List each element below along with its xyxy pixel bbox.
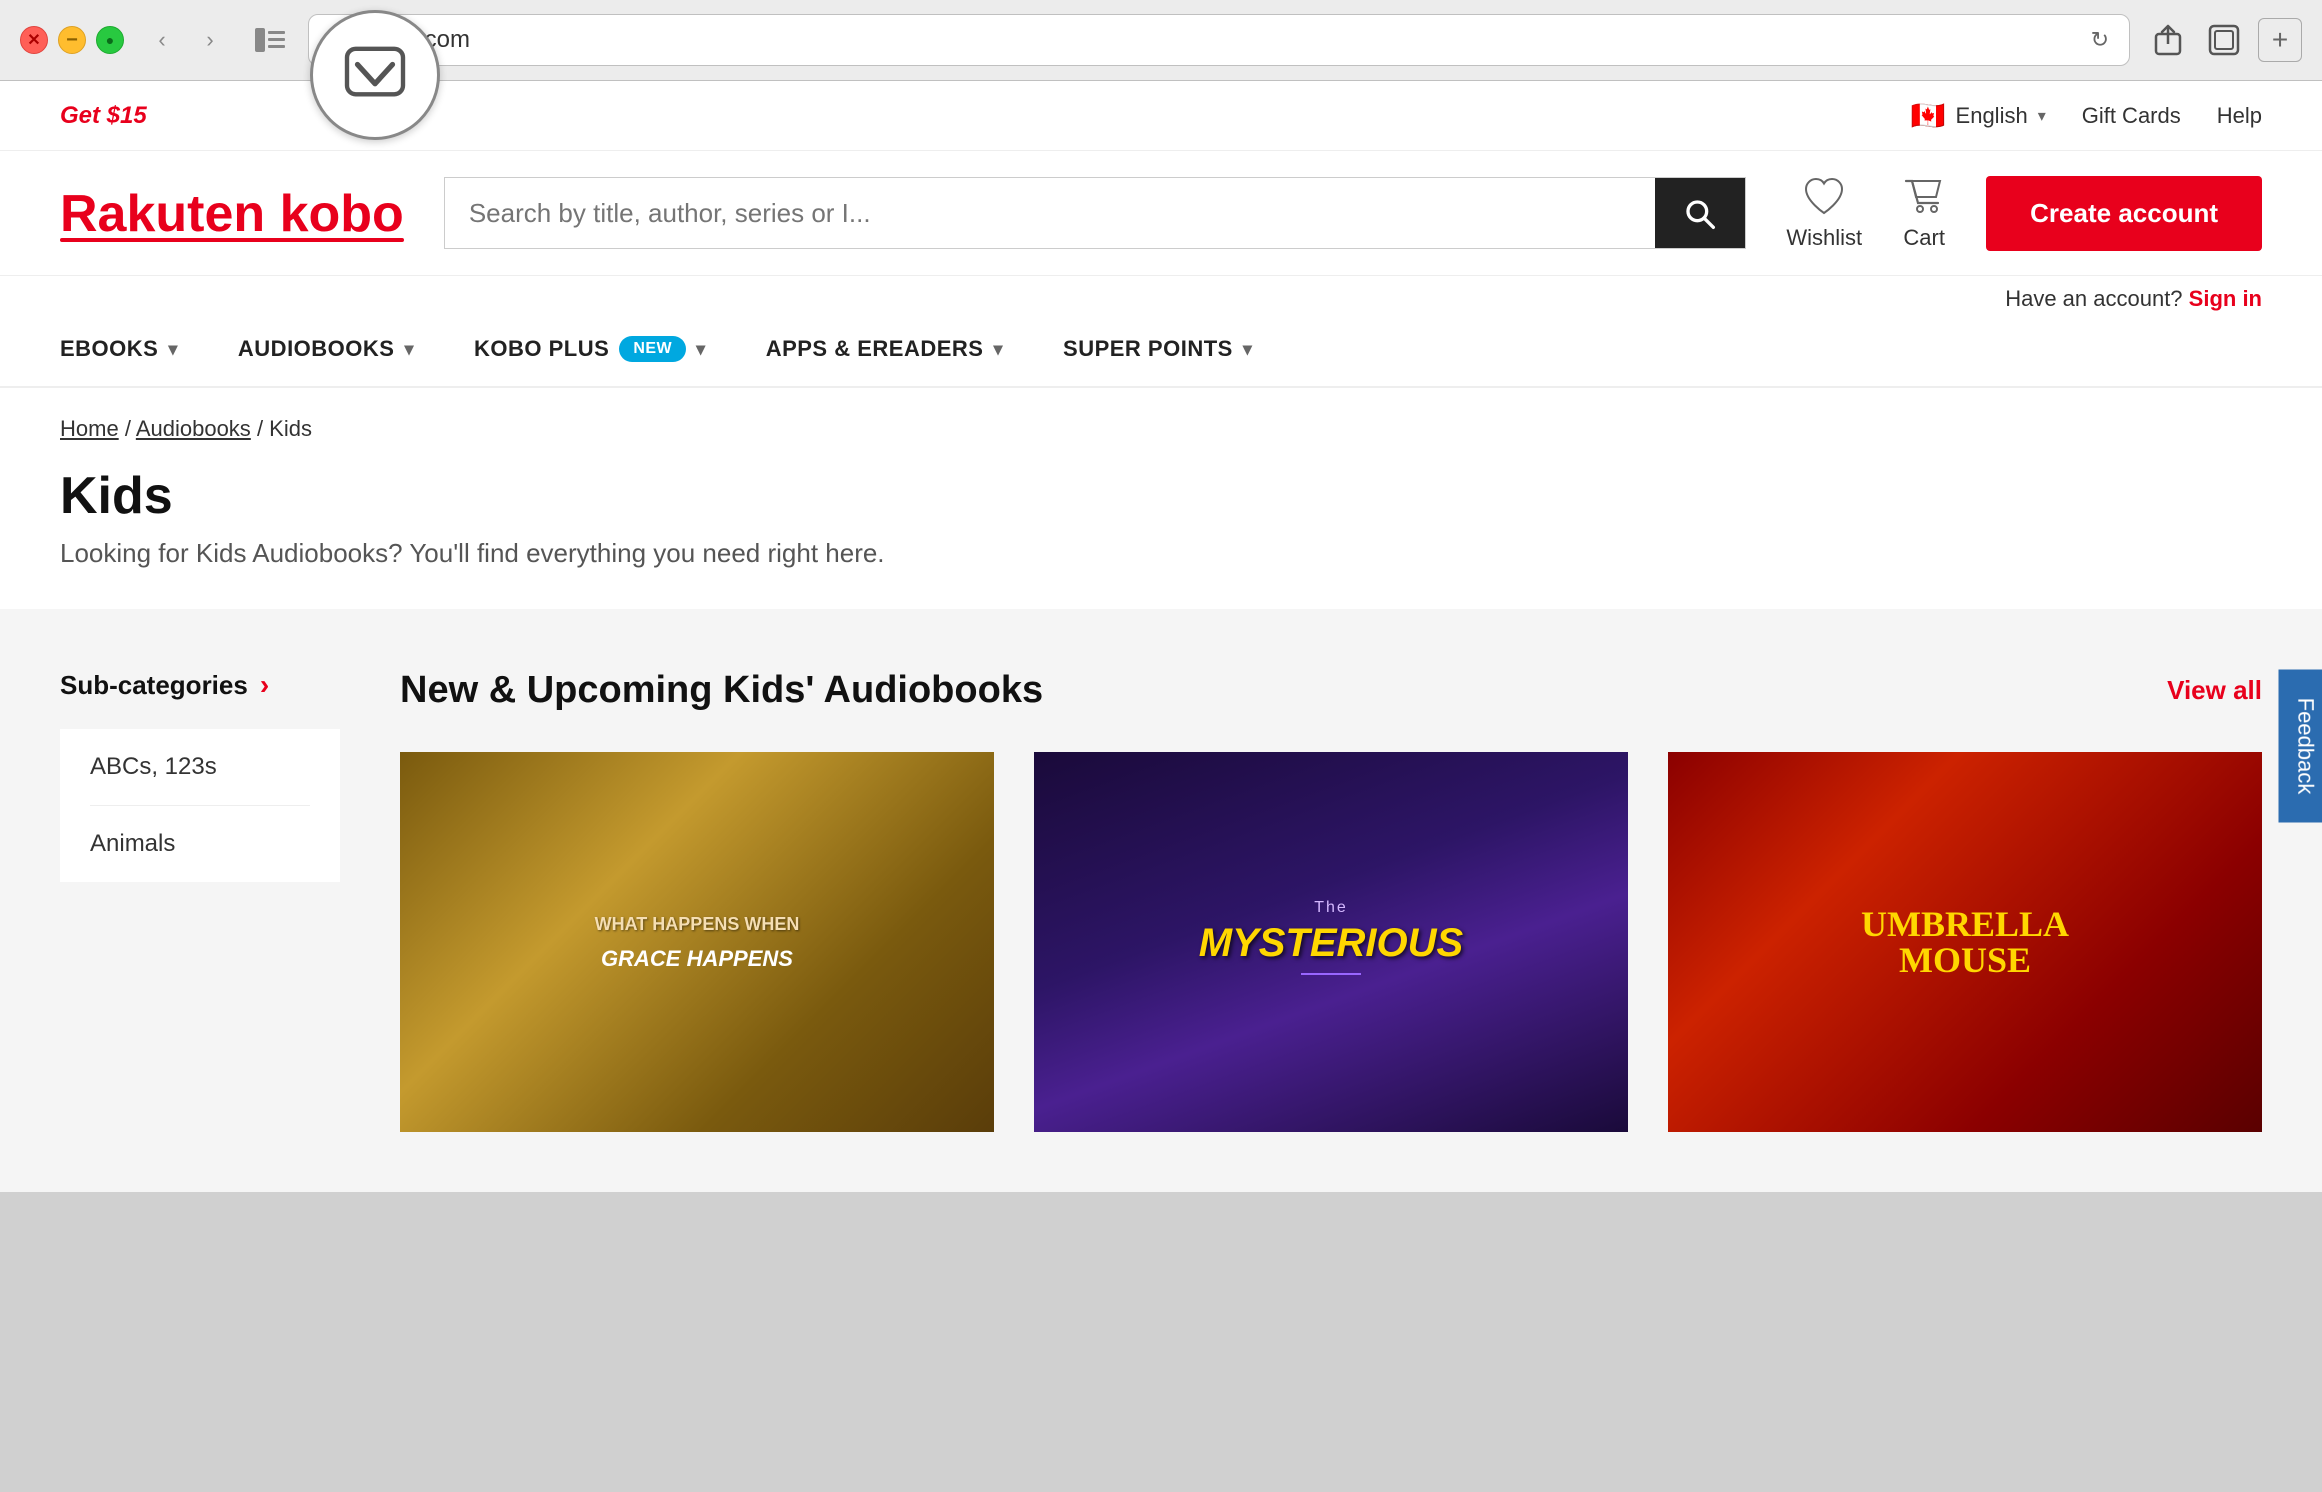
book-cover-2: The MYSTERIOUS xyxy=(1034,752,1628,1132)
cart-button[interactable]: Cart xyxy=(1902,175,1946,251)
nav-koboplus[interactable]: KOBO PLUS NEW ▾ xyxy=(474,312,706,386)
website-content: Get $15 🇨🇦 English ▾ Gift Cards Help Rak… xyxy=(0,81,2322,1192)
breadcrumb-audiobooks[interactable]: Audiobooks xyxy=(136,416,251,441)
page-header: Kids Looking for Kids Audiobooks? You'll… xyxy=(0,442,2322,609)
close-window-button[interactable]: ✕ xyxy=(20,26,48,54)
wishlist-label: Wishlist xyxy=(1786,225,1862,251)
share-button[interactable] xyxy=(2146,18,2190,62)
book-cards: WHAT HAPPENS WHEN GRACE HAPPENS The MYST… xyxy=(400,752,2262,1132)
logo[interactable]: Rakuten kobo xyxy=(60,184,404,242)
breadcrumb-sep2: / xyxy=(257,416,269,441)
top-bar-right: 🇨🇦 English ▾ Gift Cards Help xyxy=(1911,99,2262,132)
header-actions: Wishlist Cart Create account xyxy=(1786,175,2262,251)
nav-apps-label: APPS & eREADERS xyxy=(766,336,984,362)
browser-action-buttons: + xyxy=(2146,18,2302,62)
subcategories-header[interactable]: Sub-categories › xyxy=(60,669,340,701)
koboplus-chevron-icon: ▾ xyxy=(696,339,706,360)
search-bar xyxy=(444,177,1747,249)
subcategory-animals[interactable]: Animals xyxy=(90,806,310,882)
promo-text: Get $15 xyxy=(60,102,147,130)
subcategories-arrow-icon: › xyxy=(260,669,269,701)
subcategories-label: Sub-categories xyxy=(60,670,248,701)
search-button[interactable] xyxy=(1655,178,1745,249)
pocket-extension-icon[interactable] xyxy=(310,10,440,140)
reload-button[interactable]: ↻ xyxy=(2091,27,2109,53)
page-title: Kids xyxy=(60,466,2262,526)
breadcrumb-home[interactable]: Home xyxy=(60,416,119,441)
section-title: New & Upcoming Kids' Audiobooks xyxy=(400,669,1043,712)
new-tab-button[interactable]: + xyxy=(2258,18,2302,62)
subcategories-list: ABCs, 123s Animals xyxy=(60,729,340,882)
help-link[interactable]: Help xyxy=(2217,103,2262,129)
nav-audiobooks-label: AUDIOBOOKS xyxy=(238,336,395,362)
heart-icon xyxy=(1802,175,1846,219)
url-text: kobo.com xyxy=(366,26,2079,54)
logo-text: Rakuten kobo xyxy=(60,185,404,243)
superpoints-chevron-icon: ▾ xyxy=(1243,339,1253,360)
address-bar[interactable]: 🔒 kobo.com ↻ xyxy=(308,14,2130,66)
sidebar-toggle-button[interactable] xyxy=(248,18,292,62)
book-cover-3: UMBRELLAMOUSE xyxy=(1668,752,2262,1132)
book-card-3[interactable]: UMBRELLAMOUSE xyxy=(1668,752,2262,1132)
main-nav: eBOOKS ▾ AUDIOBOOKS ▾ KOBO PLUS NEW ▾ AP… xyxy=(0,312,2322,388)
language-chevron-icon: ▾ xyxy=(2038,106,2046,126)
language-text: English xyxy=(1956,103,2028,129)
breadcrumb-current: Kids xyxy=(269,416,312,441)
page-content: Home / Audiobooks / Kids Kids Looking fo… xyxy=(0,388,2322,609)
site-header: Rakuten kobo Wishlist xyxy=(0,151,2322,276)
tab-overview-button[interactable] xyxy=(2202,18,2246,62)
have-account-text: Have an account? xyxy=(2005,286,2182,311)
nav-superpoints-label: SUPER POINTS xyxy=(1063,336,1233,362)
view-all-link[interactable]: View all xyxy=(2167,675,2262,706)
maximize-window-button[interactable]: ● xyxy=(96,26,124,54)
browser-toolbar: ✕ − ● ‹ › 🔒 kobo.com ↻ xyxy=(0,0,2322,80)
apps-chevron-icon: ▾ xyxy=(993,339,1003,360)
nav-ebooks-label: eBOOKS xyxy=(60,336,158,362)
breadcrumb-sep1: / xyxy=(125,416,136,441)
book-card-2[interactable]: The MYSTERIOUS xyxy=(1034,752,1628,1132)
ebooks-chevron-icon: ▾ xyxy=(168,339,178,360)
sign-in-link[interactable]: Sign in xyxy=(2189,286,2262,311)
forward-button[interactable]: › xyxy=(188,18,232,62)
new-badge: NEW xyxy=(619,336,686,362)
audiobooks-chevron-icon: ▾ xyxy=(404,339,414,360)
gift-cards-link[interactable]: Gift Cards xyxy=(2082,103,2181,129)
book-cover-1: WHAT HAPPENS WHEN GRACE HAPPENS xyxy=(400,752,994,1132)
traffic-lights: ✕ − ● xyxy=(20,26,124,54)
feedback-button[interactable]: Feedback xyxy=(2279,670,2322,823)
canada-flag-icon: 🇨🇦 xyxy=(1911,99,1946,132)
cart-icon xyxy=(1902,175,1946,219)
wishlist-button[interactable]: Wishlist xyxy=(1786,175,1862,251)
nav-audiobooks[interactable]: AUDIOBOOKS ▾ xyxy=(238,312,414,386)
main-content-inner: Sub-categories › ABCs, 123s Animals New … xyxy=(60,669,2262,1132)
search-input[interactable] xyxy=(445,178,1656,248)
nav-koboplus-label: KOBO PLUS xyxy=(474,336,609,362)
section-header: New & Upcoming Kids' Audiobooks View all xyxy=(400,669,2262,712)
search-icon xyxy=(1684,198,1716,230)
cart-label: Cart xyxy=(1903,225,1945,251)
sidebar: Sub-categories › ABCs, 123s Animals xyxy=(60,669,340,1132)
page-subtitle: Looking for Kids Audiobooks? You'll find… xyxy=(60,538,2262,569)
create-account-button[interactable]: Create account xyxy=(1986,176,2262,251)
breadcrumb: Home / Audiobooks / Kids xyxy=(0,388,2322,442)
back-button[interactable]: ‹ xyxy=(140,18,184,62)
nav-ebooks[interactable]: eBOOKS ▾ xyxy=(60,312,178,386)
minimize-window-button[interactable]: − xyxy=(58,26,86,54)
subcategory-abcs[interactable]: ABCs, 123s xyxy=(90,729,310,806)
umbrella-title: UMBRELLAMOUSE xyxy=(1861,906,2069,978)
sign-in-row: Have an account? Sign in xyxy=(0,276,2322,312)
book-card-1[interactable]: WHAT HAPPENS WHEN GRACE HAPPENS xyxy=(400,752,994,1132)
language-selector[interactable]: 🇨🇦 English ▾ xyxy=(1911,99,2046,132)
main-content-area: Sub-categories › ABCs, 123s Animals New … xyxy=(0,609,2322,1192)
nav-super-points[interactable]: SUPER POINTS ▾ xyxy=(1063,312,1252,386)
browser-nav-buttons: ‹ › xyxy=(140,18,232,62)
nav-apps-ereaders[interactable]: APPS & eREADERS ▾ xyxy=(766,312,1003,386)
books-section: New & Upcoming Kids' Audiobooks View all… xyxy=(400,669,2262,1132)
